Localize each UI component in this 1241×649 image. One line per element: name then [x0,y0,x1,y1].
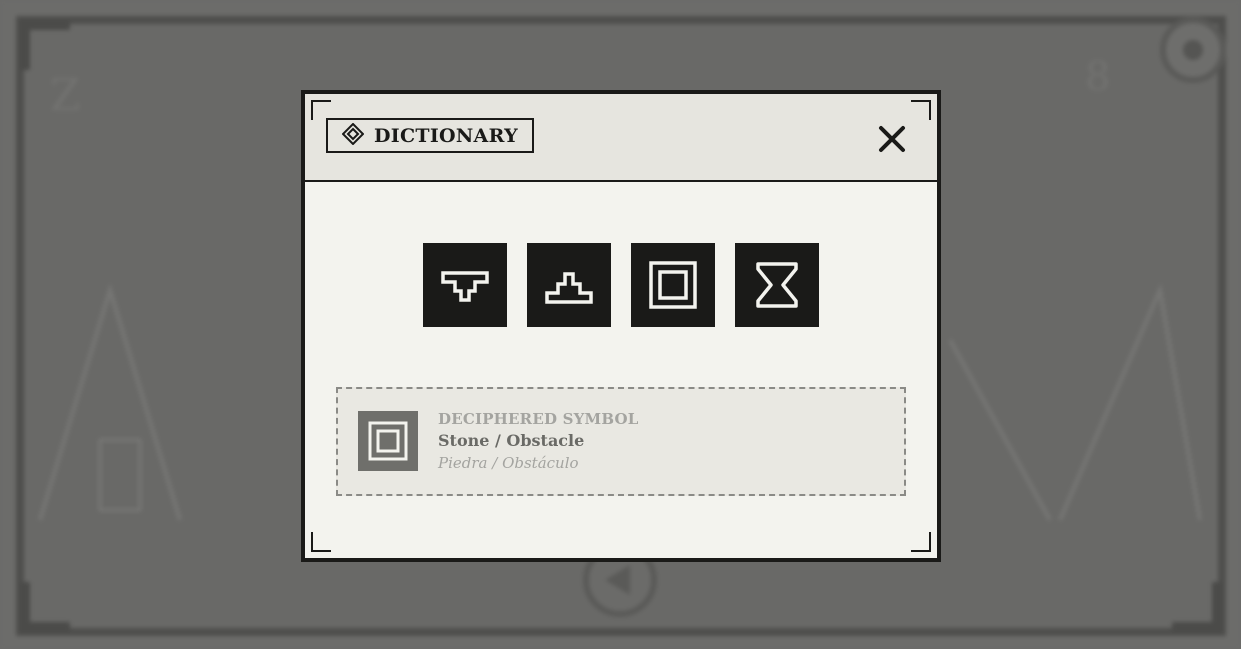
stepped-pyramid-glyph-icon [545,272,593,304]
dictionary-title: DICTIONARY [374,124,518,147]
close-button[interactable] [877,124,907,154]
deciphered-symbol-thumbnail [358,411,418,471]
symbol-tile[interactable] [423,243,507,327]
stone-square-glyph-icon [368,421,408,461]
deciphered-symbol-panel: DECIPHERED SYMBOL Stone / Obstacle Piedr… [336,387,906,496]
inverted-step-glyph-icon [441,271,489,302]
symbol-list [423,243,819,327]
close-icon [879,126,905,152]
corner-bracket-top-left [311,100,331,120]
deciphered-translation: Piedra / Obstáculo [438,454,579,472]
dictionary-title-badge: DICTIONARY [326,118,534,153]
corner-bracket-bottom-left [311,532,331,552]
corner-bracket-bottom-right [911,532,931,552]
deciphered-name: Stone / Obstacle [438,431,585,450]
symbol-tile[interactable] [631,243,715,327]
deciphered-label: DECIPHERED SYMBOL [438,410,639,428]
game-screen: Z 8 DICTIONARY DECIPHERED SYMBOL Stone /… [0,0,1241,649]
corner-bracket-top-right [911,100,931,120]
diamond-icon [341,122,365,149]
stone-square-glyph-icon [649,261,697,309]
symbol-tile[interactable] [735,243,819,327]
symbol-tile[interactable] [527,243,611,327]
hourglass-x-glyph-icon [756,262,798,308]
dictionary-modal: DICTIONARY DECIPHERED SYMBOL Stone / Obs… [301,90,941,562]
